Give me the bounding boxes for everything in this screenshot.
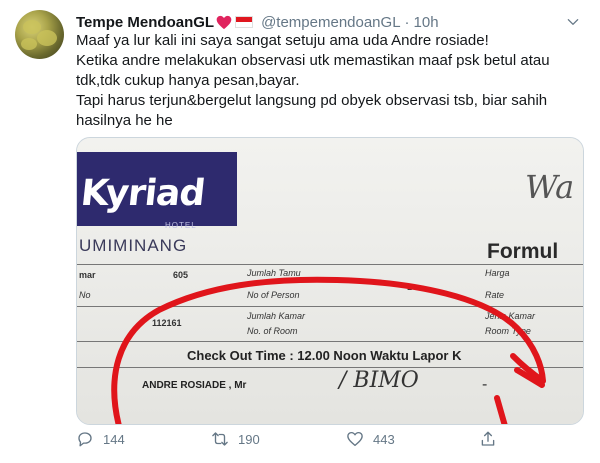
like-count: 443 — [373, 431, 395, 447]
tweet-text: Maaf ya lur kali ini saya sangat setuju … — [76, 31, 586, 131]
reply-count: 144 — [103, 431, 125, 447]
indonesia-flag-icon — [235, 16, 254, 28]
tweet-line: Tapi harus terjun&bergelut langsung pd o… — [76, 92, 548, 129]
like-button[interactable]: 443 — [346, 430, 395, 448]
tweet-photo[interactable]: Kyriad HOTEL UMIMINANG Wa Formul mar 605… — [76, 137, 584, 425]
chevron-down-icon[interactable] — [566, 15, 580, 29]
separator-dot: · — [404, 13, 410, 31]
display-name[interactable]: Tempe MendoanGL — [76, 14, 214, 31]
tweet: Tempe MendoanGL @tempemendoanGL · 10h Ma… — [0, 0, 600, 463]
share-button[interactable] — [479, 430, 506, 448]
tweet-timestamp[interactable]: 10h — [414, 14, 439, 31]
user-handle[interactable]: @tempemendoanGL — [261, 14, 400, 31]
heart-outline-icon — [347, 431, 363, 447]
retweet-icon — [212, 432, 228, 446]
avatar[interactable] — [15, 10, 64, 59]
reply-icon — [78, 432, 92, 447]
share-icon — [481, 431, 495, 446]
tweet-actions: 144 190 443 — [76, 430, 506, 454]
retweet-count: 190 — [238, 431, 260, 447]
tweet-line: Ketika andre melakukan observasi utk mem… — [76, 52, 550, 89]
tweet-header: Tempe MendoanGL @tempemendoanGL · 10h — [76, 12, 580, 32]
red-heart-icon — [216, 15, 232, 29]
retweet-button[interactable]: 190 — [211, 430, 260, 448]
red-annotation-circle — [111, 276, 546, 424]
tweet-line: Maaf ya lur kali ini saya sangat setuju … — [76, 32, 489, 49]
reply-button[interactable]: 144 — [76, 430, 125, 448]
